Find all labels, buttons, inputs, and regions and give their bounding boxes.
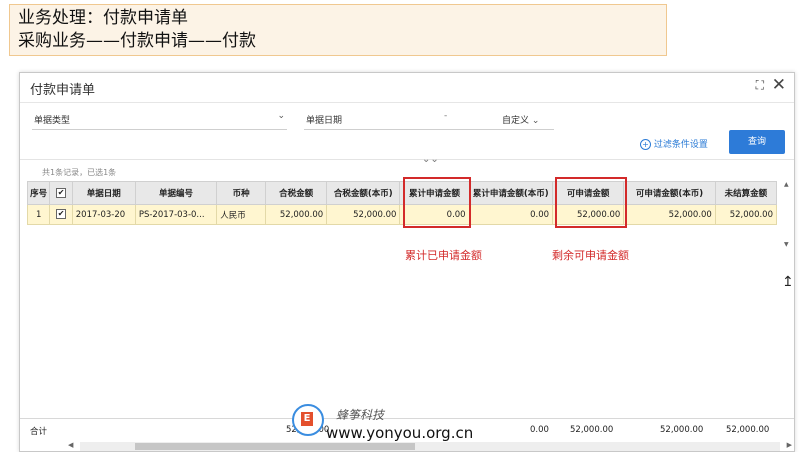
- doc-date-label: 单据日期: [306, 116, 343, 126]
- close-icon[interactable]: ✕: [772, 75, 786, 95]
- row-date: 2017-03-20: [71, 204, 136, 225]
- cum-applied-highlight: [403, 177, 471, 228]
- doc-type-select[interactable]: 单据类型 ⌄: [32, 109, 287, 130]
- cum-applied-note: 累计已申请金额: [405, 249, 482, 262]
- totals-available: 52,000.00: [570, 425, 614, 435]
- select-all-checkbox[interactable]: ✔: [56, 187, 67, 198]
- watermark-brand: 蜂筝科技: [336, 408, 385, 422]
- totals-cum-applied-local: 0.00: [530, 425, 549, 435]
- mouse-cursor-icon: ↥: [782, 274, 794, 290]
- filter-settings-link[interactable]: + 过滤条件设置: [640, 137, 708, 150]
- chevron-down-icon: ⌄: [277, 111, 285, 121]
- row-index: 1: [26, 204, 51, 225]
- col-unsettled[interactable]: 未结算金额: [714, 181, 778, 205]
- banner-subtitle: 采购业务——付款申请——付款: [18, 31, 256, 51]
- table-row[interactable]: 1 ✔ 2017-03-20 PS-2017-03-0... 人民币 52,00…: [26, 204, 778, 225]
- totals-available-local: 52,000.00: [660, 425, 704, 435]
- payment-request-dialog: 付款申请单 ⛶ ✕ 单据类型 ⌄ 单据日期 - 自定义 ⌄ + 过滤条件设置 查…: [19, 72, 795, 452]
- collapse-chevron-icon[interactable]: ⌄⌄: [422, 154, 439, 165]
- col-currency[interactable]: 币种: [216, 181, 267, 205]
- record-summary: 共1条记录，已选1条: [42, 168, 117, 177]
- row-cum-applied-local: 0.00: [468, 204, 554, 225]
- doc-date-range[interactable]: 单据日期 - 自定义 ⌄: [304, 109, 554, 130]
- col-doc-number[interactable]: 单据编号: [134, 181, 218, 205]
- date-mode-select[interactable]: 自定义 ⌄: [502, 113, 539, 126]
- scroll-right-icon[interactable]: ▶: [787, 441, 792, 449]
- available-highlight: [555, 177, 627, 228]
- row-unsettled: 52,000.00: [714, 204, 778, 225]
- query-button[interactable]: 查询: [729, 130, 785, 154]
- scroll-left-icon[interactable]: ◀: [68, 441, 73, 449]
- row-checkbox-cell[interactable]: ✔: [49, 204, 73, 225]
- col-cum-applied-local[interactable]: 累计申请金额(本币): [468, 181, 554, 205]
- plus-circle-icon: +: [640, 139, 651, 150]
- row-tax-amount-local: 52,000.00: [326, 204, 401, 225]
- date-mode-label: 自定义: [502, 116, 530, 126]
- filter-settings-label: 过滤条件设置: [653, 140, 708, 150]
- section-divider: [20, 159, 794, 160]
- watermark: E 蜂筝科技 www.yonyou.org.cn: [292, 402, 512, 448]
- col-available-local[interactable]: 可申请金额(本币): [623, 181, 716, 205]
- col-doc-date[interactable]: 单据日期: [71, 181, 136, 205]
- row-number[interactable]: PS-2017-03-0...: [134, 204, 218, 225]
- row-tax-amount: 52,000.00: [265, 204, 328, 225]
- vertical-scrollbar[interactable]: ▲ ▼: [784, 181, 792, 431]
- maximize-icon[interactable]: ⛶: [756, 78, 764, 93]
- row-checkbox[interactable]: ✔: [56, 209, 67, 220]
- payment-request-grid: 序号 ✔ 单据日期 单据编号 币种 合税金额 合税金额(本币) 累计申请金额 累…: [26, 181, 778, 225]
- remaining-note: 剩余可申请金额: [552, 249, 629, 262]
- doc-type-label: 单据类型: [34, 116, 71, 126]
- totals-label: 合计: [30, 427, 48, 437]
- scroll-down-icon[interactable]: ▼: [784, 241, 789, 248]
- grid-header-row: 序号 ✔ 单据日期 单据编号 币种 合税金额 合税金额(本币) 累计申请金额 累…: [26, 181, 778, 205]
- row-available-local: 52,000.00: [623, 204, 716, 225]
- col-index[interactable]: 序号: [26, 181, 51, 205]
- watermark-url: www.yonyou.org.cn: [326, 424, 474, 442]
- totals-unsettled: 52,000.00: [726, 425, 770, 435]
- dialog-title: 付款申请单: [30, 83, 96, 98]
- scroll-up-icon[interactable]: ▲: [784, 181, 789, 188]
- title-divider: [20, 102, 794, 103]
- col-tax-amount[interactable]: 合税金额: [265, 181, 328, 205]
- col-tax-amount-local[interactable]: 合税金额(本币): [326, 181, 401, 205]
- banner-title: 业务处理：付款申请单: [18, 8, 188, 28]
- lesson-banner: 业务处理：付款申请单 采购业务——付款申请——付款: [9, 4, 667, 56]
- row-currency: 人民币: [216, 204, 267, 225]
- date-separator: -: [444, 111, 448, 121]
- chevron-down-icon: ⌄: [531, 116, 540, 126]
- col-select-all[interactable]: ✔: [49, 181, 73, 205]
- brand-logo-icon: E: [292, 404, 324, 436]
